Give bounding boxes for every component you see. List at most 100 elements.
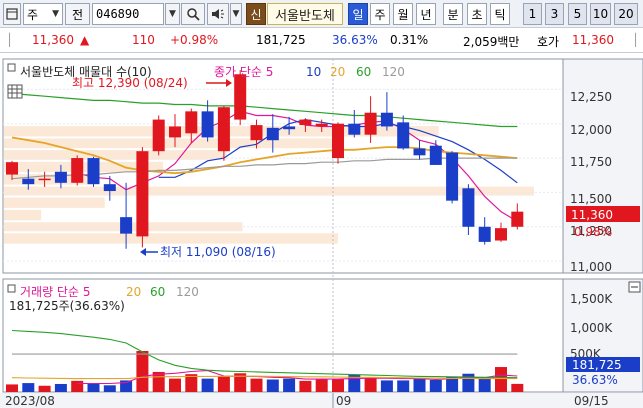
candle-body (169, 126, 181, 138)
volume-bar (315, 378, 328, 392)
ma-60-label: 60 (356, 65, 371, 79)
volume-profile-bar (4, 138, 344, 149)
chevron-down-icon: ▼ (232, 9, 240, 19)
candle-body (201, 111, 214, 138)
volume-bar (250, 378, 263, 392)
interval-3-button[interactable]: 3 (545, 3, 564, 25)
low-price-label: 최저 11,090 (08/16) (160, 245, 276, 259)
volume-bar (462, 373, 475, 392)
volume-bar (380, 380, 393, 392)
volume-bar (478, 377, 491, 392)
current-price: 11,360 (32, 33, 74, 47)
price-tick: 11,500 (570, 192, 612, 206)
candle-body (462, 188, 475, 227)
volume-bar (87, 383, 100, 392)
candle-body (413, 148, 426, 156)
period-week-button[interactable]: 주 (370, 3, 390, 25)
interval-1-button[interactable]: 1 (523, 3, 542, 25)
mode-dropdown[interactable]: 주 ▼ (23, 3, 63, 25)
credit-badge[interactable]: 신 (246, 3, 266, 25)
candle-body (380, 112, 393, 127)
volume-ma-20-label: 20 (126, 285, 141, 299)
candle-body (136, 151, 149, 237)
stock-name: 서울반도체 (275, 8, 335, 24)
volume-tick: 1,500K (570, 292, 613, 306)
candle-body (6, 162, 18, 175)
volume-bar (217, 376, 230, 392)
stock-chart[interactable]: 서울반도체 매물대 수(10) 종가 단순 5 10 20 60 120 최고 … (0, 56, 643, 408)
candle-body (299, 119, 312, 126)
volume-bar (169, 378, 181, 392)
code-dropdown-button[interactable]: ▼ (165, 3, 180, 25)
interval-5-button[interactable]: 5 (568, 3, 587, 25)
speaker-dropdown-button[interactable]: ▼ (230, 3, 242, 25)
mode-label: 주 (27, 7, 39, 22)
candle-body (266, 127, 279, 141)
volume-ma-label: 거래량 단순 5 (20, 285, 90, 299)
current-price-tag-value: 11,360 (571, 208, 613, 222)
candle-body (22, 178, 35, 185)
period-label: 틱 (494, 7, 506, 22)
price-change: 110 (132, 33, 155, 47)
candle-body (364, 112, 377, 135)
ask-price: 11,360 (572, 33, 614, 47)
period-day-button[interactable]: 일 (348, 3, 368, 25)
stock-code-input[interactable]: 046890 (92, 3, 164, 25)
price-tick: 12,000 (570, 123, 612, 137)
volume-value: 181,725 (256, 33, 306, 47)
price-tick: 11,750 (570, 155, 612, 169)
candle-body (54, 171, 67, 183)
history-label: 전 (71, 7, 84, 22)
info-left-marker: │ (6, 33, 14, 47)
interval-10-button[interactable]: 10 (590, 3, 611, 25)
candle-body (87, 158, 100, 185)
volume-bar (299, 380, 312, 392)
price-change-pct: +0.98% (170, 33, 219, 47)
volume-tick: 1,000K (570, 321, 613, 335)
period-tick-button[interactable]: 틱 (490, 3, 510, 25)
candle-body (429, 145, 442, 165)
search-icon (187, 8, 200, 21)
candle-body (283, 126, 296, 130)
ask-label: 호가 (537, 35, 560, 49)
grid-table-icon[interactable] (7, 84, 23, 99)
chart-toolbar: 주 ▼ 전 046890 ▼ ▼ 신 서울반도체 일 주 월 년 분 초 틱 1… (0, 0, 643, 28)
ma-120-label: 120 (382, 65, 405, 79)
chevron-down-icon: ▼ (52, 9, 59, 19)
search-button[interactable] (181, 3, 205, 25)
interval-label: 5 (573, 7, 582, 21)
interval-label: 3 (550, 7, 559, 21)
volume-bar (22, 383, 35, 392)
candle-body (217, 107, 230, 152)
candle-body (185, 111, 198, 134)
turnover-pct: 0.31% (390, 33, 429, 47)
date-axis (0, 393, 643, 408)
volume-bar (54, 383, 67, 392)
volume-bar (511, 383, 524, 392)
date-label: 09/15 (574, 394, 609, 408)
period-second-button[interactable]: 초 (467, 3, 487, 25)
volume-ma-120-label: 120 (176, 285, 199, 299)
high-price-label: 최고 12,390 (08/24) (72, 76, 188, 90)
history-button[interactable]: 전 (65, 3, 90, 25)
date-label: 09 (336, 394, 351, 408)
volume-bar (413, 378, 426, 392)
interval-label: 1 (528, 7, 537, 21)
period-minute-button[interactable]: 분 (443, 3, 463, 25)
volume-bar (136, 350, 149, 392)
candle-body (71, 158, 84, 183)
stock-name-field[interactable]: 서울반도체 (267, 3, 343, 25)
period-label: 초 (471, 7, 483, 22)
window-menu-icon[interactable] (3, 3, 21, 25)
current-change-pct: 0.98% (574, 225, 612, 239)
speaker-button[interactable] (207, 3, 229, 25)
period-label: 분 (447, 7, 459, 22)
candle-body (250, 125, 263, 141)
interval-20-button[interactable]: 20 (614, 3, 638, 25)
volume-profile-bar (4, 233, 338, 244)
speaker-icon (212, 9, 224, 19)
interval-label: 10 (592, 7, 609, 21)
candle-body (495, 228, 507, 241)
period-month-button[interactable]: 월 (393, 3, 413, 25)
period-year-button[interactable]: 년 (416, 3, 436, 25)
